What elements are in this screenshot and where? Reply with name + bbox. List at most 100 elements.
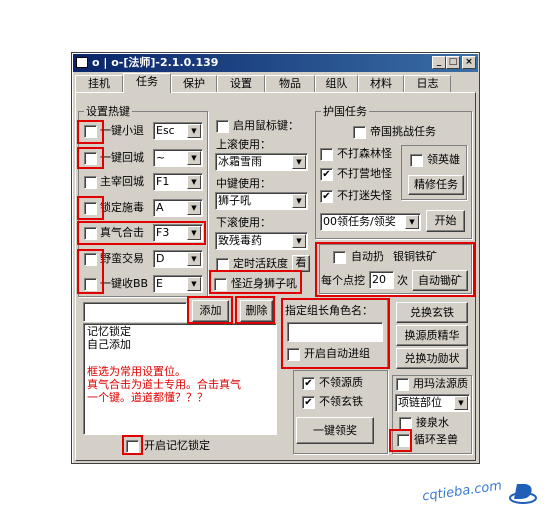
leader-name-input[interactable] [287, 322, 383, 342]
timing-label: 定时活跃度 [233, 257, 288, 270]
hotkey-group-title: 设置热键 [84, 105, 132, 118]
hero-checkbox[interactable] [410, 154, 423, 167]
memory-lock-label: 开启记忆锁定 [144, 439, 210, 452]
use-stone-checkbox[interactable] [396, 378, 409, 391]
hotkey-label: 真气合击 [100, 226, 144, 239]
chevron-down-icon: ▼ [292, 194, 306, 208]
app-icon [76, 57, 88, 68]
scroll-down-select[interactable]: 致残毒药 ▼ [215, 232, 308, 250]
tab-7[interactable]: 材料 [358, 75, 404, 93]
auto-mine-button[interactable]: 自动锄矿 [412, 270, 468, 291]
hero-label: 领英雄 [427, 153, 460, 166]
no-forest-label: 不打森林怪 [337, 147, 392, 160]
auto-throw-checkbox[interactable] [333, 251, 346, 264]
tab-4[interactable]: 设置 [217, 75, 265, 93]
no-camp-label: 不打营地怪 [337, 167, 392, 180]
hotkey-select[interactable]: E ▼ [153, 275, 203, 293]
near-lion-label: 怪近身狮子吼 [231, 277, 297, 290]
hotkey-checkbox[interactable] [84, 152, 97, 165]
hotkey-checkbox[interactable] [84, 125, 97, 138]
maximize-button[interactable]: □ [446, 56, 460, 69]
hotkey-value: A [156, 201, 164, 214]
no-forest-checkbox[interactable] [320, 148, 333, 161]
exchange-essence-button[interactable]: 换源质精华 [396, 325, 468, 346]
scroll-down-label: 下滚使用： [216, 216, 271, 229]
no-maze-checkbox[interactable]: ✔ [320, 190, 333, 203]
loop-beast-label: 循环圣兽 [414, 433, 458, 446]
task-select[interactable]: 00领任务/领奖 ▼ [320, 213, 421, 231]
chevron-down-icon: ▼ [187, 124, 201, 138]
start-button[interactable]: 开始 [426, 210, 465, 232]
memo-text: 记忆锁定 自己添加 框选为常用设置位。 真气合击为道士专用。合击真气 一个键。道道都懂？… [87, 325, 275, 404]
tab-3[interactable]: 保护 [171, 75, 217, 93]
chevron-down-icon: ▼ [405, 215, 419, 229]
scroll-up-select[interactable]: 冰霜雪雨 ▼ [215, 153, 308, 171]
hotkey-checkbox[interactable] [84, 176, 97, 189]
hotkey-select[interactable]: D ▼ [153, 250, 203, 268]
memo-red-line: 一个键。道道都懂？？？ [87, 391, 208, 404]
hotkey-label: 锁定施毒 [100, 201, 144, 214]
exchange-iron-button[interactable]: 兑换玄铁 [396, 302, 468, 323]
auto-throw-label: 自动扔 [351, 250, 384, 263]
hotkey-checkbox[interactable] [84, 278, 97, 291]
hotkey-label: 主宰回城 [100, 175, 144, 188]
repair-task-button[interactable]: 精修任务 [408, 175, 464, 195]
no-iron-label: 不领玄铁 [319, 395, 363, 408]
memory-lock-checkbox[interactable] [126, 440, 139, 453]
chevron-down-icon: ▼ [292, 234, 306, 248]
title-bar[interactable]: o | o-[法师]-2.1.0.139 _ □ × [73, 54, 478, 72]
minimize-button[interactable]: _ [432, 56, 446, 69]
tab-2[interactable]: 任务 [123, 73, 171, 93]
tab-8[interactable]: 日志 [404, 75, 451, 93]
no-maze-label: 不打迷失怪 [337, 189, 392, 202]
tab-1[interactable]: 挂机 [75, 75, 123, 93]
no-camp-checkbox[interactable]: ✔ [320, 168, 333, 181]
close-button[interactable]: × [462, 56, 476, 69]
leader-title: 指定组长角色名： [285, 304, 373, 317]
hotkey-select[interactable]: ~ ▼ [153, 149, 203, 167]
chevron-down-icon: ▼ [292, 155, 306, 169]
chevron-down-icon: ▼ [187, 277, 201, 291]
hotkey-checkbox[interactable] [84, 253, 97, 266]
part-select[interactable]: 项链部位 ▼ [395, 394, 470, 412]
chevron-down-icon: ▼ [187, 252, 201, 266]
enable-mouse-checkbox[interactable] [216, 120, 229, 133]
emperor-checkbox[interactable] [353, 126, 366, 139]
spring-water-checkbox[interactable] [399, 417, 412, 430]
timing-checkbox[interactable] [216, 258, 229, 271]
item-name-input[interactable] [83, 302, 187, 322]
add-button[interactable]: 添加 [192, 300, 229, 322]
one-key-claim-button[interactable]: 一键领奖 [296, 417, 374, 444]
delete-button[interactable]: 删除 [240, 300, 273, 322]
dig-count-label: 每个点挖 [321, 274, 365, 287]
hotkey-checkbox[interactable] [84, 202, 97, 215]
chevron-down-icon: ▼ [454, 396, 468, 410]
hotkey-label: 一键回城 [100, 151, 144, 164]
dig-count-input[interactable]: 20 [369, 271, 394, 289]
chevron-down-icon: ▼ [187, 175, 201, 189]
middle-click-select[interactable]: 狮子吼 ▼ [215, 192, 308, 210]
hotkey-value: F3 [156, 226, 170, 239]
tab-6[interactable]: 组队 [315, 75, 358, 93]
hotkey-select[interactable]: F3 ▼ [153, 224, 203, 242]
hotkey-value: F1 [156, 175, 170, 188]
auto-team-checkbox[interactable] [287, 348, 300, 361]
spring-water-label: 接泉水 [416, 416, 449, 429]
watermark-text: cqtieba.com [421, 478, 503, 505]
hotkey-label: 野蛮交易 [100, 252, 144, 265]
no-iron-checkbox[interactable]: ✔ [302, 396, 315, 409]
loop-beast-checkbox[interactable] [397, 434, 410, 447]
emperor-label: 帝国挑战任务 [370, 125, 436, 138]
ore-label: 银铜铁矿 [393, 250, 437, 263]
tab-5[interactable]: 物品 [265, 75, 315, 93]
hotkey-select[interactable]: A ▼ [153, 199, 203, 217]
chevron-down-icon: ▼ [187, 151, 201, 165]
view-button[interactable]: 看 [292, 255, 310, 272]
near-lion-checkbox[interactable] [214, 278, 227, 291]
hotkey-select[interactable]: F1 ▼ [153, 173, 203, 191]
window-title: o | o-[法师]-2.1.0.139 [92, 56, 219, 69]
no-source-checkbox[interactable]: ✔ [302, 377, 315, 390]
exchange-merit-button[interactable]: 兑换功勋状 [396, 348, 468, 369]
hotkey-select[interactable]: Esc ▼ [153, 122, 203, 140]
hotkey-checkbox[interactable] [84, 227, 97, 240]
